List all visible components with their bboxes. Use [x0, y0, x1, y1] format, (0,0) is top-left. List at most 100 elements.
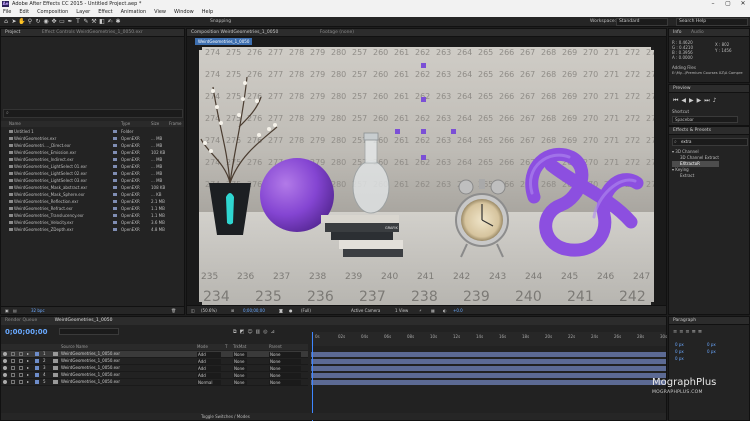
footage-row[interactable]: WeirdGeometries_ZDepth.exr OpenEXR 4.8 MB — [1, 226, 184, 233]
bit-depth-toggle[interactable]: 32 bpc — [31, 307, 45, 315]
home-icon[interactable]: ⌂ — [2, 18, 10, 26]
maximize-icon[interactable]: ▢ — [721, 0, 735, 8]
indent-left[interactable]: 0 px — [675, 341, 684, 348]
menu-window[interactable]: Window — [174, 8, 194, 17]
selection-tool-icon[interactable]: ➤ — [10, 18, 18, 26]
rotate-tool-icon[interactable]: ↻ — [34, 18, 42, 26]
expand-arrow-icon[interactable]: ▸ — [27, 365, 29, 372]
visibility-eye-icon[interactable] — [3, 380, 7, 384]
graph-editor-icon[interactable]: ⊿ — [271, 329, 278, 335]
toggle-switches-modes[interactable]: Toggle Switches / Modes — [201, 413, 250, 420]
minimize-icon[interactable]: – — [706, 0, 720, 8]
prev-frame-icon[interactable]: ◀ — [681, 97, 689, 104]
snapping-label[interactable]: Snapping — [210, 19, 231, 24]
space-after[interactable]: 0 px — [707, 348, 716, 355]
label-swatch[interactable] — [113, 200, 117, 203]
expand-arrow-icon[interactable]: ▸ — [27, 379, 29, 386]
puppet-tool-icon[interactable]: ✱ — [114, 18, 122, 26]
solo-icon[interactable] — [11, 380, 15, 384]
motion-blur-icon[interactable]: ◎ — [263, 329, 270, 335]
col-name[interactable]: Name — [9, 121, 21, 126]
footage-row[interactable]: WeirdGeometries_Indirect.exr OpenEXR ... M… — [1, 156, 184, 163]
footage-row[interactable]: WeirdGeometries_Mask_Sphere.exr OpenEXR..… — [1, 191, 184, 198]
layer-row[interactable]: ▸ 2 WeirdGeometries_1_0050.exr Add None None — [1, 358, 308, 365]
expand-arrow-icon[interactable]: ▸ — [27, 351, 29, 358]
blend-mode-select[interactable]: Add — [197, 373, 221, 378]
comp-mini-flowchart-icon[interactable]: ⧉ — [233, 329, 240, 335]
pan-behind-tool-icon[interactable]: ✥ — [50, 18, 58, 26]
layer-label-color[interactable] — [35, 366, 39, 370]
visibility-eye-icon[interactable] — [3, 352, 7, 356]
layer-name[interactable]: WeirdGeometries_1_0050.exr — [61, 372, 120, 379]
footage-row[interactable]: WeirdGeometries_LightSelect 03.exr OpenEX… — [1, 177, 184, 184]
expand-arrow-icon[interactable]: ▸ — [27, 358, 29, 365]
layer-row[interactable]: ▸ 1 WeirdGeometries_1_0050.exr Add None None — [1, 351, 308, 358]
tab-composition[interactable]: Composition WeirdGeometries_1_0050 — [191, 30, 278, 35]
project-search-input[interactable]: ⌕ — [3, 109, 183, 118]
tab-preview[interactable]: Preview — [673, 86, 691, 91]
solo-icon[interactable] — [11, 359, 15, 363]
show-channel-icon[interactable]: ● — [289, 306, 293, 315]
interpret-footage-icon[interactable]: ▣ — [5, 307, 9, 315]
parent-select[interactable]: None — [269, 380, 301, 385]
layer-row[interactable]: ▸ 4 WeirdGeometries_1_0050.exr Add None None — [1, 372, 308, 379]
footage-row[interactable]: WeirdGeometries_LightSelect 01.exr OpenEX… — [1, 163, 184, 170]
menu-help[interactable]: Help — [202, 8, 213, 17]
layer-duration-bar[interactable] — [311, 379, 666, 385]
layer-label-color[interactable] — [35, 373, 39, 377]
trkmat-select[interactable]: None — [233, 366, 247, 371]
col-parent[interactable]: Parent — [269, 344, 282, 349]
layer-name[interactable]: WeirdGeometries_1_0050.exr — [61, 379, 120, 386]
col-type[interactable]: Type — [121, 121, 130, 126]
transparency-grid-icon[interactable]: ▦ — [431, 306, 435, 315]
brush-tool-icon[interactable]: ✎ — [82, 18, 90, 26]
tab-effect-controls[interactable]: Effect Controls WeirdGeometries_1_0050.e… — [42, 30, 143, 35]
indent-right[interactable]: 0 px — [707, 341, 716, 348]
parent-select[interactable]: None — [269, 373, 301, 378]
col-trkmat[interactable]: TrkMat — [233, 344, 246, 349]
label-swatch[interactable] — [113, 207, 117, 210]
blend-mode-select[interactable]: Add — [197, 359, 221, 364]
indent-first[interactable]: 0 px — [675, 348, 684, 355]
tab-audio[interactable]: Audio — [691, 30, 704, 35]
composition-breadcrumb[interactable]: WeirdGeometries_1_0050 — [195, 38, 253, 45]
view-layout-select[interactable]: 1 View — [395, 306, 408, 315]
menu-animation[interactable]: Animation — [121, 8, 147, 17]
footage-row[interactable]: WeirdGeometries_LightSelect 02.exr OpenEX… — [1, 170, 184, 177]
expand-arrow-icon[interactable]: ▸ — [27, 372, 29, 379]
fast-preview-icon[interactable]: ⚡ — [419, 306, 422, 315]
label-swatch[interactable] — [113, 193, 117, 196]
eraser-tool-icon[interactable]: ◧ — [98, 18, 106, 26]
menu-view[interactable]: View — [154, 8, 166, 17]
label-swatch[interactable] — [113, 165, 117, 168]
lock-icon[interactable] — [19, 359, 23, 363]
new-folder-icon[interactable]: ▤ — [13, 307, 17, 315]
label-swatch[interactable] — [113, 151, 117, 154]
col-mode[interactable]: Mode — [197, 344, 208, 349]
label-swatch[interactable] — [113, 214, 117, 217]
roto-brush-tool-icon[interactable]: ✍ — [106, 18, 114, 26]
pen-tool-icon[interactable]: ✒ — [66, 18, 74, 26]
lock-icon[interactable] — [19, 352, 23, 356]
solo-icon[interactable] — [11, 366, 15, 370]
label-swatch[interactable] — [113, 137, 117, 140]
label-swatch[interactable] — [113, 158, 117, 161]
trkmat-select[interactable]: None — [233, 359, 247, 364]
resolution-select[interactable]: (Full) — [301, 306, 311, 315]
menu-composition[interactable]: Composition — [37, 8, 68, 17]
tab-project[interactable]: Project — [5, 30, 20, 35]
layer-duration-bar[interactable] — [311, 365, 666, 371]
layer-label-color[interactable] — [35, 359, 39, 363]
hand-tool-icon[interactable]: ✋ — [18, 18, 26, 26]
rectangle-tool-icon[interactable]: ▭ — [58, 18, 66, 26]
safe-area-icon[interactable]: ⊞ — [231, 306, 234, 315]
solo-icon[interactable] — [11, 352, 15, 356]
shy-icon[interactable]: ☺ — [247, 329, 255, 335]
tab-info[interactable]: Info — [673, 30, 682, 35]
effects-search-input[interactable]: extra — [672, 138, 748, 146]
label-swatch[interactable] — [113, 228, 117, 231]
space-before[interactable]: 0 px — [675, 355, 684, 362]
type-tool-icon[interactable]: T — [74, 18, 82, 26]
blend-mode-select[interactable]: Add — [197, 352, 221, 357]
camera-select[interactable]: Active Camera — [351, 306, 380, 315]
